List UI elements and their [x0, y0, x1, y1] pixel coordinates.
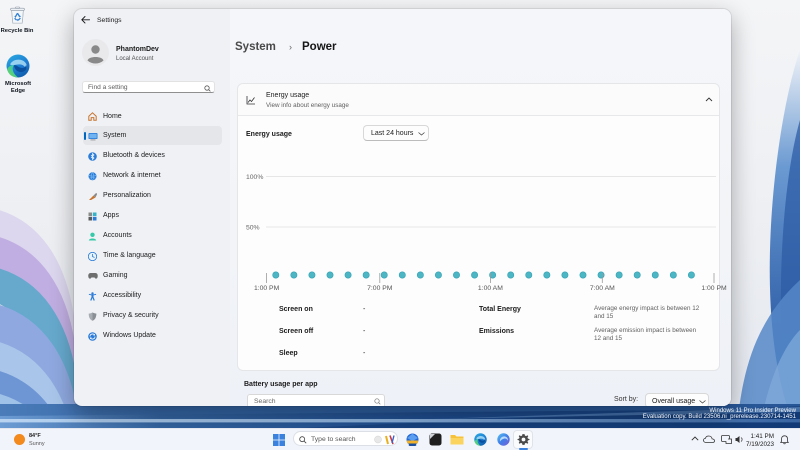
svg-text:100%: 100% [246, 174, 263, 181]
svg-text:1:00 PM: 1:00 PM [701, 285, 727, 292]
svg-text:50%: 50% [246, 225, 260, 232]
svg-text:7:00 PM: 7:00 PM [367, 285, 393, 292]
svg-text:1:00 AM: 1:00 AM [478, 285, 503, 292]
svg-text:1:00 PM: 1:00 PM [254, 285, 280, 292]
svg-text:7:00 AM: 7:00 AM [590, 285, 615, 292]
